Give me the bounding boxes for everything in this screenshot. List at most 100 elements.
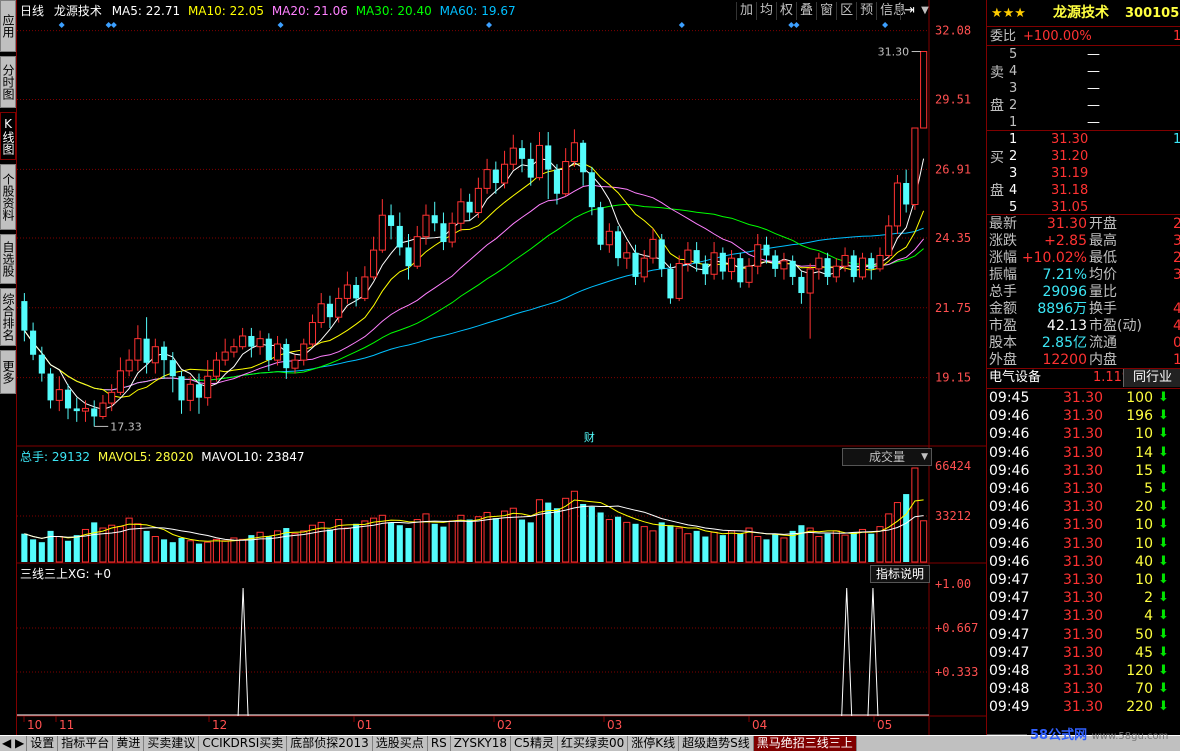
toolbar-button-0[interactable]: 加 xyxy=(736,2,757,20)
indicator-tab-9[interactable]: C5精灵 xyxy=(511,736,559,751)
volume-bar xyxy=(230,537,238,563)
toolbar-button-2[interactable]: 权 xyxy=(776,2,797,20)
volume-bar xyxy=(21,533,28,562)
volume-bar xyxy=(440,526,447,562)
indicator-tab-13[interactable]: 黑马绝招三线三上 xyxy=(753,736,857,751)
candle-body xyxy=(763,244,770,256)
candle xyxy=(239,327,247,350)
toolbar-dropdown-icon[interactable]: ▼ xyxy=(918,2,932,20)
indicator-tab-8[interactable]: ZYSKY18 xyxy=(451,736,511,751)
volume-bar xyxy=(640,526,648,563)
arrow-down-icon: ⬇ xyxy=(1158,608,1169,624)
tick-row: 09:46 31.30 15 ⬇ xyxy=(987,462,1180,480)
ma-info-bar: 日线 龙源技术 MA5: 22.71 MA10: 22.05 MA20: 21.… xyxy=(20,3,516,19)
candle xyxy=(448,212,456,248)
candle-body xyxy=(204,375,212,399)
ma60-line xyxy=(23,227,924,391)
left-tab-2[interactable]: K线图 xyxy=(0,112,16,160)
candle xyxy=(30,322,37,361)
event-marker-icon[interactable] xyxy=(486,22,493,28)
tick-time: 09:47 xyxy=(989,572,1030,588)
event-marker-icon[interactable] xyxy=(105,22,112,28)
left-tab-5[interactable]: 综合排名 xyxy=(0,288,16,346)
indicator-tab-12[interactable]: 超级趋势S线 xyxy=(679,736,754,751)
volume-bar xyxy=(824,533,831,562)
toolbar-button-6[interactable]: 预 xyxy=(856,2,877,20)
indicator-tab-10[interactable]: 红买绿卖00 xyxy=(558,736,629,751)
sell-level-number: 5 xyxy=(1009,47,1018,62)
candle xyxy=(649,228,657,264)
volume-tick-label: 66424 xyxy=(935,459,971,473)
stat-row: 市盈 42.13市盈(动) 4 xyxy=(987,317,1180,335)
sell-level-row: 2— xyxy=(987,97,1180,115)
indicator-tab-7[interactable]: RS xyxy=(428,736,451,751)
price-tick-label: 21.75 xyxy=(935,301,971,315)
indicator-tab-11[interactable]: 涨停K线 xyxy=(628,736,680,751)
kline-chart-area[interactable]: 32.08 29.51 26.91 24.35 21.75 19.15 66424 33212… xyxy=(17,0,986,735)
left-tab-1[interactable]: 分时图 xyxy=(0,56,16,108)
chart-svg: 32.08 29.51 26.91 24.35 21.75 19.15 66424 33212… xyxy=(17,0,986,735)
date-tick-label: 11 xyxy=(59,718,74,732)
toolbar-button-1[interactable]: 均 xyxy=(756,2,777,20)
candle-body xyxy=(21,301,28,331)
left-tab-4[interactable]: 自选股 xyxy=(0,234,16,284)
sell-level-number: 2 xyxy=(1009,98,1018,113)
volume-bar xyxy=(221,540,229,563)
rating-stars: ★★★ xyxy=(991,6,1026,21)
candle-body xyxy=(911,127,919,205)
volume-bar xyxy=(457,514,465,563)
candle xyxy=(693,242,700,272)
candle xyxy=(745,258,753,288)
tick-row: 09:47 31.30 50 ⬇ xyxy=(987,626,1180,644)
toolbar-button-4[interactable]: 窗 xyxy=(816,2,837,20)
toolbar-arrow-icon[interactable]: ⇥ xyxy=(900,2,918,20)
event-marker-icon[interactable] xyxy=(678,22,685,28)
sell-level-number: 4 xyxy=(1009,64,1018,79)
toolbar-button-5[interactable]: 区 xyxy=(836,2,857,20)
candle-body xyxy=(850,255,857,277)
event-marker-icon[interactable] xyxy=(58,22,65,28)
tick-row: 09:46 31.30 5 ⬇ xyxy=(987,480,1180,498)
event-marker-icon[interactable] xyxy=(788,22,795,28)
arrow-down-icon: ⬇ xyxy=(1158,626,1169,642)
volume-bar xyxy=(291,533,299,563)
indicator-tab-0[interactable]: 设置 xyxy=(27,736,59,751)
tab-nav-arrows[interactable]: ◀ ▶ xyxy=(0,736,28,751)
candle xyxy=(545,132,552,200)
indicator-explain-button[interactable]: 指标说明 xyxy=(870,565,930,583)
candle-body xyxy=(422,214,430,238)
industry-row[interactable]: 电气设备 1.11% 同行业 xyxy=(987,369,1180,387)
volume-indicator-dropdown[interactable]: 成交量 ▼ xyxy=(842,448,932,466)
arrow-down-icon: ⬇ xyxy=(1158,644,1169,660)
same-industry-button[interactable]: 同行业 xyxy=(1123,369,1180,387)
left-tab-0[interactable]: 应用 xyxy=(0,0,16,52)
volume-bar xyxy=(134,523,142,563)
indicator-tab-6[interactable]: 选股买点 xyxy=(373,736,428,751)
volume-bar xyxy=(702,536,709,562)
event-marker-icon[interactable] xyxy=(277,22,284,28)
tick-row: 09:46 31.30 10 ⬇ xyxy=(987,516,1180,534)
indicator-tab-1[interactable]: 指标平台 xyxy=(58,736,114,751)
indicator-tab-4[interactable]: CCIKDRSI买卖 xyxy=(199,736,288,751)
candle xyxy=(343,271,351,304)
candle xyxy=(501,150,509,189)
indicator-tab-3[interactable]: 买卖建议 xyxy=(144,736,200,751)
watermark: 58公式网 www.58gu.com xyxy=(1030,724,1168,743)
financial-report-marker[interactable]: 财 xyxy=(584,430,595,444)
left-tab-6[interactable]: 更多 xyxy=(0,350,16,394)
indicator-tab-5[interactable]: 底部侦探2013 xyxy=(287,736,373,751)
candle-body xyxy=(221,351,229,361)
candle-body xyxy=(815,257,823,270)
price-tick-label: 24.35 xyxy=(935,231,971,245)
event-marker-icon[interactable] xyxy=(110,22,117,28)
indicator-tab-2[interactable]: 黄进 xyxy=(113,736,145,751)
event-marker-icon[interactable] xyxy=(793,22,800,28)
arrow-down-icon: ⬇ xyxy=(1158,553,1169,569)
candle-body xyxy=(501,163,509,184)
toolbar-button-3[interactable]: 叠 xyxy=(796,2,817,20)
tick-price: 31.30 xyxy=(1063,626,1104,643)
left-tab-3[interactable]: 个股资料 xyxy=(0,164,16,230)
volume-bar xyxy=(466,519,473,562)
event-marker-icon[interactable] xyxy=(882,22,889,28)
candle xyxy=(47,368,54,409)
